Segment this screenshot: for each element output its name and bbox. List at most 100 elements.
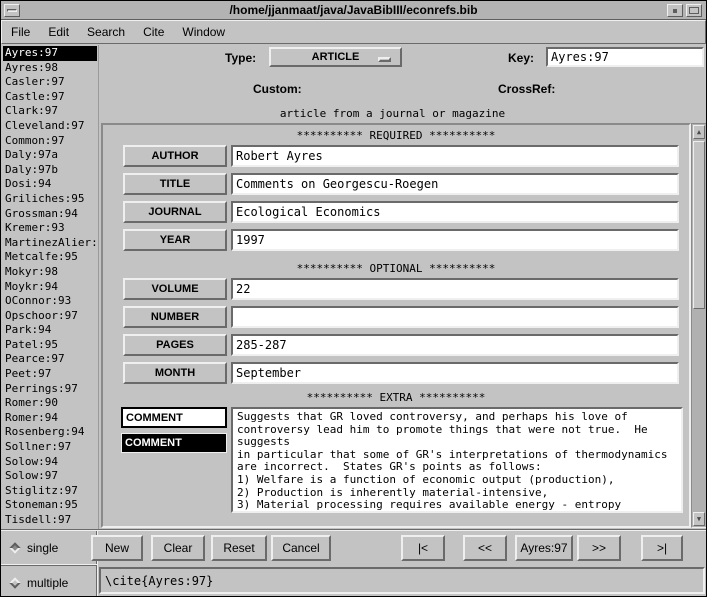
cite-string-field[interactable] bbox=[99, 567, 705, 594]
list-item[interactable]: Perrings:97 bbox=[3, 382, 97, 397]
list-item[interactable]: Dosi:94 bbox=[3, 177, 97, 192]
menu-search[interactable]: Search bbox=[78, 22, 134, 42]
reference-list[interactable]: Ayres:97Ayres:98Casler:97Castle:97Clark:… bbox=[3, 46, 97, 528]
maximize-icon[interactable] bbox=[686, 4, 702, 17]
crossref-label: CrossRef: bbox=[498, 82, 555, 96]
list-item[interactable]: Cleveland:97 bbox=[3, 119, 97, 134]
type-label: Type: bbox=[225, 51, 256, 65]
list-item[interactable]: Pearce:97 bbox=[3, 352, 97, 367]
pages-input[interactable] bbox=[231, 334, 679, 356]
pages-field-label: PAGES bbox=[123, 334, 227, 356]
list-item[interactable]: Common:97 bbox=[3, 134, 97, 149]
list-item[interactable]: Romer:94 bbox=[3, 411, 97, 426]
optional-rows: VOLUMENUMBERPAGESMONTH bbox=[123, 278, 679, 390]
custom-label: Custom: bbox=[253, 82, 302, 96]
list-item[interactable]: Daly:97a bbox=[3, 148, 97, 163]
type-option-menu[interactable]: ARTICLE bbox=[269, 47, 402, 67]
required-rows: AUTHORTITLEJOURNALYEAR bbox=[123, 145, 679, 257]
scroll-down-icon[interactable]: ▼ bbox=[693, 512, 705, 526]
key-input[interactable] bbox=[546, 47, 704, 67]
comment-textarea[interactable] bbox=[231, 407, 683, 513]
list-item[interactable]: MartinezAlier:9 bbox=[3, 236, 97, 251]
list-item[interactable]: Stiglitz:97 bbox=[3, 484, 97, 499]
field-row: MONTH bbox=[123, 362, 679, 384]
nav-prev-button[interactable]: << bbox=[463, 535, 507, 561]
month-field-label: MONTH bbox=[123, 362, 227, 384]
list-item[interactable]: Tisdell:97 bbox=[3, 513, 97, 528]
cancel-button[interactable]: Cancel bbox=[271, 535, 331, 561]
field-row: YEAR bbox=[123, 229, 679, 251]
list-item[interactable]: Casler:97 bbox=[3, 75, 97, 90]
menu-cite[interactable]: Cite bbox=[134, 22, 173, 42]
vertical-scrollbar[interactable]: ▲ ▼ bbox=[691, 123, 707, 528]
window-title: /home/jjanmaat/java/JavaBibIII/econrefs.… bbox=[41, 3, 666, 17]
menu-window[interactable]: Window bbox=[173, 22, 234, 42]
list-item[interactable]: Stoneman:95 bbox=[3, 498, 97, 513]
list-item[interactable]: Griliches:95 bbox=[3, 192, 97, 207]
menu-file[interactable]: File bbox=[2, 22, 39, 42]
option-menu-indicator-icon bbox=[378, 57, 391, 62]
nav-current-button[interactable]: Ayres:97 bbox=[515, 535, 573, 561]
extra-field-option-comment[interactable]: COMMENT bbox=[121, 433, 227, 453]
window-menu-glyph bbox=[7, 9, 17, 12]
scrollbar-thumb[interactable] bbox=[693, 141, 705, 309]
extra-field-name-input[interactable] bbox=[121, 407, 227, 428]
radio-diamond-icon bbox=[9, 577, 20, 588]
year-input[interactable] bbox=[231, 229, 679, 251]
list-item[interactable]: Grossman:94 bbox=[3, 207, 97, 222]
field-row: TITLE bbox=[123, 173, 679, 195]
mode-single-label: single bbox=[27, 541, 58, 555]
list-item[interactable]: Peet:97 bbox=[3, 367, 97, 382]
field-row: VOLUME bbox=[123, 278, 679, 300]
key-label: Key: bbox=[508, 51, 534, 65]
mode-single-radio[interactable]: single bbox=[1, 531, 97, 565]
list-item[interactable]: Opschoor:97 bbox=[3, 309, 97, 324]
list-item[interactable]: Solow:97 bbox=[3, 469, 97, 484]
menubar: File Edit Search Cite Window bbox=[1, 20, 706, 44]
list-item[interactable]: Clark:97 bbox=[3, 104, 97, 119]
list-item[interactable]: Ayres:98 bbox=[3, 61, 97, 76]
type-value: ARTICLE bbox=[312, 51, 360, 63]
list-item[interactable]: Mokyr:98 bbox=[3, 265, 97, 280]
maximize-glyph bbox=[689, 7, 699, 14]
scroll-up-icon[interactable]: ▲ bbox=[693, 125, 705, 139]
list-item[interactable]: Castle:97 bbox=[3, 90, 97, 105]
list-item[interactable]: Kremer:93 bbox=[3, 221, 97, 236]
author-input[interactable] bbox=[231, 145, 679, 167]
list-item[interactable]: Ayres:97 bbox=[3, 46, 97, 61]
journal-field-label: JOURNAL bbox=[123, 201, 227, 223]
list-item[interactable]: Romer:90 bbox=[3, 396, 97, 411]
menu-edit[interactable]: Edit bbox=[39, 22, 78, 42]
nav-last-button[interactable]: >| bbox=[641, 535, 683, 561]
volume-input[interactable] bbox=[231, 278, 679, 300]
number-input[interactable] bbox=[231, 306, 679, 328]
list-item[interactable]: Rosenberg:94 bbox=[3, 425, 97, 440]
new-button[interactable]: New bbox=[91, 535, 143, 561]
list-item[interactable]: Metcalfe:95 bbox=[3, 250, 97, 265]
list-item[interactable]: Sollner:97 bbox=[3, 440, 97, 455]
volume-field-label: VOLUME bbox=[123, 278, 227, 300]
field-row: JOURNAL bbox=[123, 201, 679, 223]
list-item[interactable]: OConnor:93 bbox=[3, 294, 97, 309]
month-input[interactable] bbox=[231, 362, 679, 384]
mode-multiple-radio[interactable]: multiple bbox=[1, 565, 97, 597]
list-item[interactable]: Moykr:94 bbox=[3, 280, 97, 295]
footer-separator bbox=[1, 529, 706, 531]
title-input[interactable] bbox=[231, 173, 679, 195]
list-item[interactable]: Daly:97b bbox=[3, 163, 97, 178]
list-item[interactable]: Patel:95 bbox=[3, 338, 97, 353]
radio-diamond-icon bbox=[9, 542, 20, 553]
extra-field-selector: COMMENT bbox=[121, 407, 227, 519]
clear-button[interactable]: Clear bbox=[151, 535, 205, 561]
list-item[interactable]: Solow:94 bbox=[3, 455, 97, 470]
reset-button[interactable]: Reset bbox=[211, 535, 267, 561]
nav-first-button[interactable]: |< bbox=[401, 535, 445, 561]
journal-input[interactable] bbox=[231, 201, 679, 223]
entry-type-description: article from a journal or magazine bbox=[99, 107, 686, 120]
iconify-icon[interactable] bbox=[667, 4, 683, 17]
list-item[interactable]: Park:94 bbox=[3, 323, 97, 338]
nav-next-button[interactable]: >> bbox=[577, 535, 621, 561]
window-menu-icon[interactable] bbox=[4, 4, 20, 17]
field-row: PAGES bbox=[123, 334, 679, 356]
titlebar[interactable]: /home/jjanmaat/java/JavaBibIII/econrefs.… bbox=[1, 1, 706, 20]
